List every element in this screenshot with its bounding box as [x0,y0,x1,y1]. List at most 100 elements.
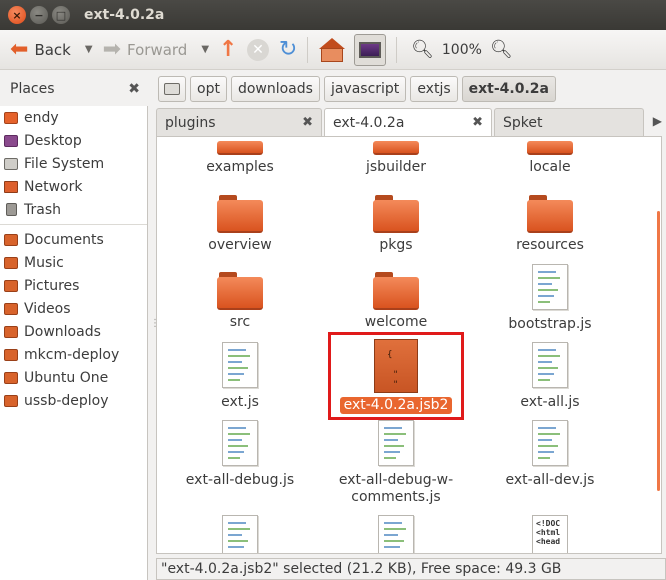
places-sidebar: endy Desktop File System Network Trash D… [0,106,148,580]
file-item[interactable]: resources [475,195,625,254]
zoom-level: 100% [441,41,482,58]
toolbar-separator [396,36,398,63]
tab-label: plugins [165,114,216,131]
path-crumb-extjs[interactable]: extjs [410,76,458,102]
home-icon[interactable] [318,36,346,64]
forward-history-dropdown-icon[interactable]: ▼ [201,44,209,55]
file-name: bootstrap.js [508,316,592,332]
path-crumb-javascript[interactable]: javascript [323,76,407,102]
file-item[interactable]: ext.js [165,342,315,411]
tab-scroll-right-icon[interactable]: ▶ [653,114,662,128]
javascript-file-icon [222,420,258,466]
desktop-icon [4,134,18,147]
sidebar-item-label: mkcm-deploy [24,346,120,363]
go-up-icon[interactable]: ↑ [215,37,241,62]
vertical-scrollbar[interactable] [656,137,661,553]
sidebar-item-label: ussb-deploy [24,392,109,409]
path-bar: opt downloads javascript extjs ext-4.0.2… [158,74,560,104]
sidebar-title[interactable]: Places [10,81,55,97]
reload-icon[interactable]: ↻ [275,37,301,62]
sidebar-item-label: endy [24,109,59,126]
trash-icon [6,203,17,216]
minimize-window-button[interactable]: − [30,6,48,24]
file-item[interactable]: ext-all-debug-w- comments.js [321,420,471,506]
maximize-window-button[interactable]: □ [52,6,70,24]
sidebar-item-label: Network [24,178,83,195]
harddisk-icon [4,157,18,170]
tab-plugins[interactable]: plugins ✖ [156,108,322,136]
file-item[interactable]: <!DOC <html <head [475,515,625,553]
file-item[interactable] [321,515,471,553]
tab-spket[interactable]: Spket [494,108,644,136]
close-tab-icon[interactable]: ✖ [464,115,483,130]
status-bar: "ext-4.0.2a.jsb2" selected (21.2 KB), Fr… [156,558,666,580]
back-history-dropdown-icon[interactable]: ▼ [85,44,93,55]
close-tab-icon[interactable]: ✖ [294,115,313,130]
file-item[interactable]: pkgs [321,195,471,254]
file-item[interactable] [165,515,315,553]
sidebar-item-trash[interactable]: Trash [0,198,147,221]
folder-icon [4,348,18,361]
folder-icon [373,272,419,310]
file-item[interactable]: ext-all.js [475,342,625,411]
file-name: ext-all.js [520,394,580,410]
path-crumb-downloads[interactable]: downloads [230,76,320,102]
file-item-selected[interactable]: { " " ext-4.0.2a.jsb2 [321,339,471,414]
home-folder-icon [4,111,18,124]
file-name: locale [529,159,571,175]
title-bar: × − □ ext-4.0.2a [0,0,666,30]
path-crumb-opt[interactable]: opt [190,76,227,102]
javascript-file-icon [532,420,568,466]
sidebar-item-label: File System [24,155,105,172]
sidebar-item-network[interactable]: Network [0,175,147,198]
close-window-button[interactable]: × [8,6,26,24]
zoom-out-icon[interactable]: 🔍︎ [411,39,434,60]
sidebar-item-mkcm-deploy[interactable]: mkcm-deploy [0,343,147,366]
file-item[interactable]: locale [475,141,625,176]
sidebar-item-pictures[interactable]: Pictures [0,274,147,297]
scrollbar-thumb[interactable] [657,211,660,491]
path-root-button[interactable] [158,76,186,102]
sidebar-item-label: Pictures [24,277,80,294]
sidebar-item-videos[interactable]: Videos [0,297,147,320]
forward-button[interactable]: ➡ Forward [99,34,192,66]
sidebar-item-ubuntu-one[interactable]: Ubuntu One [0,366,147,389]
sidebar-item-music[interactable]: Music [0,251,147,274]
toolbar: ⬅ Back ▼ ➡ Forward ▼ ↑ ✕ ↻ 🔍︎ 100% 🔍︎ [0,30,666,70]
file-name: ext.js [221,394,259,410]
sidebar-divider [0,224,147,225]
file-item[interactable]: welcome [321,272,471,331]
sidebar-item-label: Documents [24,231,104,248]
tab-ext-4-0-2a[interactable]: ext-4.0.2a ✖ [324,108,492,136]
file-item[interactable]: examples [165,141,315,176]
back-button[interactable]: ⬅ Back [6,34,75,66]
folder-icon [373,195,419,233]
close-sidebar-icon[interactable]: ✖ [128,81,140,97]
sidebar-item-desktop[interactable]: Desktop [0,129,147,152]
file-item[interactable]: jsbuilder [321,141,471,176]
sidebar-item-documents[interactable]: Documents [0,228,147,251]
sidebar-item-label: Music [24,254,64,271]
zoom-in-icon[interactable]: 🔍︎ [490,39,513,60]
computer-icon[interactable] [354,33,387,66]
sidebar-item-file-system[interactable]: File System [0,152,147,175]
file-item[interactable]: ext-all-debug.js [165,420,315,489]
folder-icon [4,371,18,384]
file-name: resources [516,237,584,253]
stop-icon[interactable]: ✕ [247,38,270,61]
status-text: "ext-4.0.2a.jsb2" selected (21.2 KB), Fr… [161,561,562,577]
tab-label: ext-4.0.2a [333,114,405,131]
path-crumb-current[interactable]: ext-4.0.2a [461,76,556,102]
sidebar-item-ussb-deploy[interactable]: ussb-deploy [0,389,147,412]
sidebar-item-home[interactable]: endy [0,106,147,129]
back-label: Back [34,40,71,59]
file-name: jsbuilder [366,159,426,175]
file-item[interactable]: bootstrap.js [475,264,625,333]
file-item[interactable]: ext-all-dev.js [475,420,625,489]
file-icon-view[interactable]: examples jsbuilder locale overview pkgs … [156,136,662,554]
folder-icon [527,141,573,155]
sidebar-item-downloads[interactable]: Downloads [0,320,147,343]
file-item[interactable]: src [165,272,315,331]
file-name: pkgs [379,237,413,253]
file-item[interactable]: overview [165,195,315,254]
